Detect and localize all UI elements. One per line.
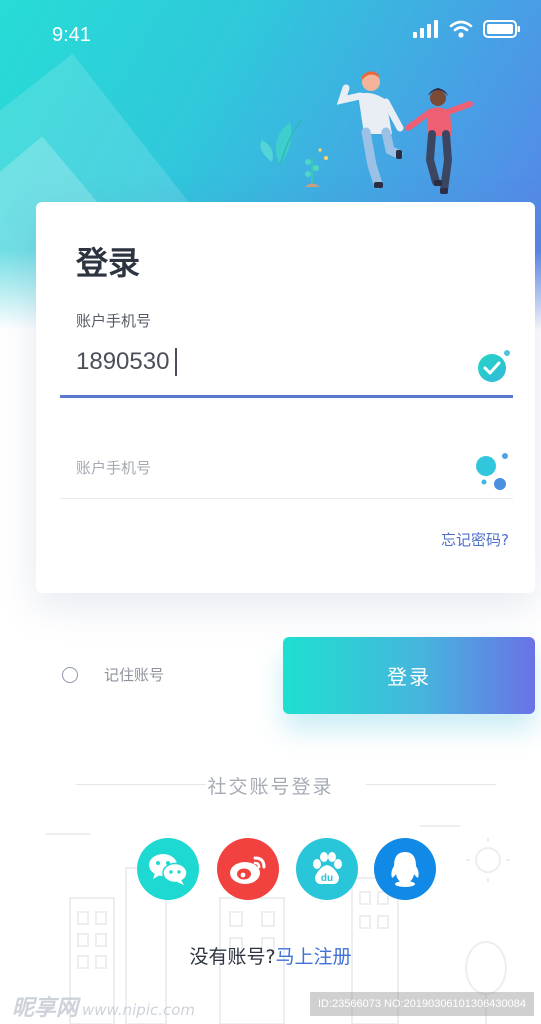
check-icon [478, 350, 510, 382]
watermark-id: ID:23566073 NO:20190306101306430084 [310, 992, 534, 1016]
qq-icon [391, 852, 419, 887]
battery-icon [483, 20, 520, 38]
phone-field-label: 账户手机号 [76, 312, 152, 330]
page-title: 登录 [76, 244, 141, 282]
register-link[interactable]: 马上注册 [276, 946, 352, 968]
phone-field-underline [60, 395, 513, 398]
qq-login-button[interactable] [374, 838, 436, 900]
remember-account-toggle[interactable]: 记住账号 [62, 664, 164, 685]
wechat-login-button[interactable] [137, 838, 199, 900]
weibo-login-button[interactable] [217, 838, 279, 900]
status-icons [413, 20, 521, 38]
signal-icon [413, 20, 438, 38]
remember-radio[interactable] [62, 666, 78, 683]
register-question: 没有账号? [189, 946, 276, 968]
svg-text:du: du [321, 873, 333, 884]
text-caret [175, 348, 178, 376]
watermark-brand: 昵享网 [12, 996, 79, 1021]
login-card: 登录 账户手机号 1890530 忘记密码? [36, 202, 535, 593]
social-login-title: 社交账号登录 [207, 776, 334, 798]
forgot-password-link[interactable]: 忘记密码? [441, 529, 509, 550]
baidu-icon: du [313, 852, 342, 885]
weibo-icon [230, 856, 266, 884]
wechat-icon [149, 854, 188, 885]
phone-field-value: 1890530 [76, 348, 170, 375]
login-button[interactable]: 登录 [283, 637, 535, 714]
wifi-icon [449, 20, 473, 38]
register-prompt: 没有账号?马上注册 [0, 942, 541, 969]
watermark-logo: 昵享网 www.nipic.com [12, 990, 195, 1022]
watermark-url: www.nipic.com [82, 1001, 196, 1019]
phone-field[interactable]: 1890530 [76, 348, 178, 376]
status-bar: 9:41 [0, 0, 541, 70]
status-time: 9:41 [52, 24, 91, 46]
remember-label: 记住账号 [104, 666, 165, 684]
couple-illustration [260, 71, 473, 194]
password-field-underline [60, 498, 513, 499]
bubbles-icon [476, 453, 508, 490]
password-input[interactable] [76, 456, 456, 480]
baidu-login-button[interactable]: du [296, 838, 358, 900]
